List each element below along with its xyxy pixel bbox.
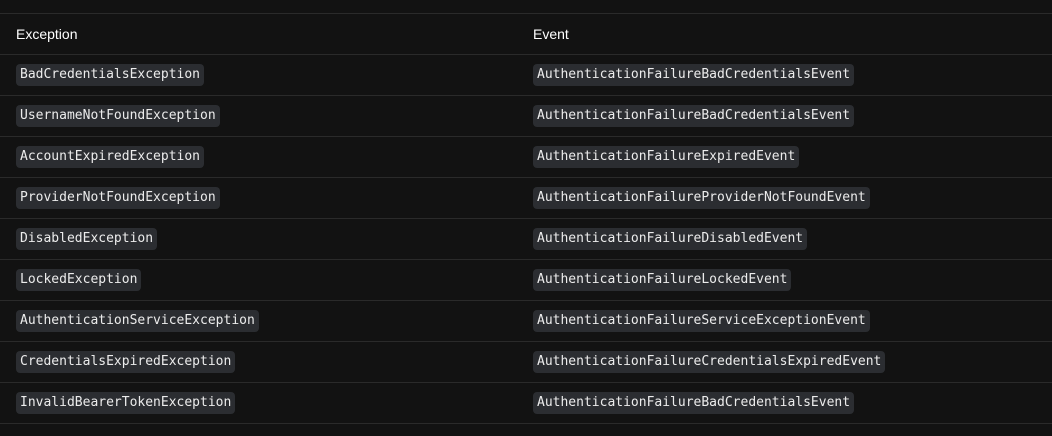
event-code: AuthenticationFailureBadCredentialsEvent bbox=[533, 105, 855, 127]
event-code: AuthenticationFailureBadCredentialsEvent bbox=[533, 392, 855, 414]
event-cell: AuthenticationFailureDisabledEvent bbox=[533, 219, 808, 259]
exception-code: BadCredentialsException bbox=[16, 64, 205, 86]
event-code: AuthenticationFailureServiceExceptionEve… bbox=[533, 310, 870, 332]
event-cell: AuthenticationFailureCredentialsExpiredE… bbox=[533, 342, 886, 382]
table-row: DisabledException AuthenticationFailureD… bbox=[0, 219, 1052, 260]
exception-code: AuthenticationServiceException bbox=[16, 310, 259, 332]
table-row: AuthenticationServiceException Authentic… bbox=[0, 301, 1052, 342]
exception-event-table: Exception Event BadCredentialsException … bbox=[0, 13, 1052, 424]
event-code: AuthenticationFailureBadCredentialsEvent bbox=[533, 64, 855, 86]
exception-code: ProviderNotFoundException bbox=[16, 187, 220, 209]
exception-cell: LockedException bbox=[16, 260, 142, 300]
exception-cell: CredentialsExpiredException bbox=[16, 342, 236, 382]
exception-cell: BadCredentialsException bbox=[16, 55, 205, 95]
event-code: AuthenticationFailureExpiredEvent bbox=[533, 146, 800, 168]
event-cell: AuthenticationFailureBadCredentialsEvent bbox=[533, 96, 855, 136]
event-cell: AuthenticationFailureExpiredEvent bbox=[533, 137, 800, 177]
event-cell: AuthenticationFailureBadCredentialsEvent bbox=[533, 383, 855, 423]
table-header-row: Exception Event bbox=[0, 14, 1052, 55]
exception-code: InvalidBearerTokenException bbox=[16, 392, 236, 414]
table-row: LockedException AuthenticationFailureLoc… bbox=[0, 260, 1052, 301]
event-code: AuthenticationFailureCredentialsExpiredE… bbox=[533, 351, 886, 373]
table-row: BadCredentialsException AuthenticationFa… bbox=[0, 55, 1052, 96]
event-code: AuthenticationFailureProviderNotFoundEve… bbox=[533, 187, 870, 209]
event-code: AuthenticationFailureLockedEvent bbox=[533, 269, 792, 291]
table-row: CredentialsExpiredException Authenticati… bbox=[0, 342, 1052, 383]
event-cell: AuthenticationFailureServiceExceptionEve… bbox=[533, 301, 870, 341]
exception-cell: DisabledException bbox=[16, 219, 158, 259]
exception-cell: ProviderNotFoundException bbox=[16, 178, 220, 218]
table-row: AccountExpiredException AuthenticationFa… bbox=[0, 137, 1052, 178]
table-row: UsernameNotFoundException Authentication… bbox=[0, 96, 1052, 137]
exception-code: UsernameNotFoundException bbox=[16, 105, 220, 127]
exception-cell: UsernameNotFoundException bbox=[16, 96, 220, 136]
exception-cell: AccountExpiredException bbox=[16, 137, 205, 177]
exception-code: AccountExpiredException bbox=[16, 146, 205, 168]
header-event: Event bbox=[533, 26, 569, 42]
event-cell: AuthenticationFailureBadCredentialsEvent bbox=[533, 55, 855, 95]
event-code: AuthenticationFailureDisabledEvent bbox=[533, 228, 808, 250]
exception-code: DisabledException bbox=[16, 228, 158, 250]
exception-code: CredentialsExpiredException bbox=[16, 351, 236, 373]
header-exception: Exception bbox=[16, 26, 78, 42]
exception-cell: AuthenticationServiceException bbox=[16, 301, 259, 341]
event-cell: AuthenticationFailureProviderNotFoundEve… bbox=[533, 178, 870, 218]
table-row: InvalidBearerTokenException Authenticati… bbox=[0, 383, 1052, 424]
table-row: ProviderNotFoundException Authentication… bbox=[0, 178, 1052, 219]
exception-cell: InvalidBearerTokenException bbox=[16, 383, 236, 423]
event-cell: AuthenticationFailureLockedEvent bbox=[533, 260, 792, 300]
exception-code: LockedException bbox=[16, 269, 142, 291]
